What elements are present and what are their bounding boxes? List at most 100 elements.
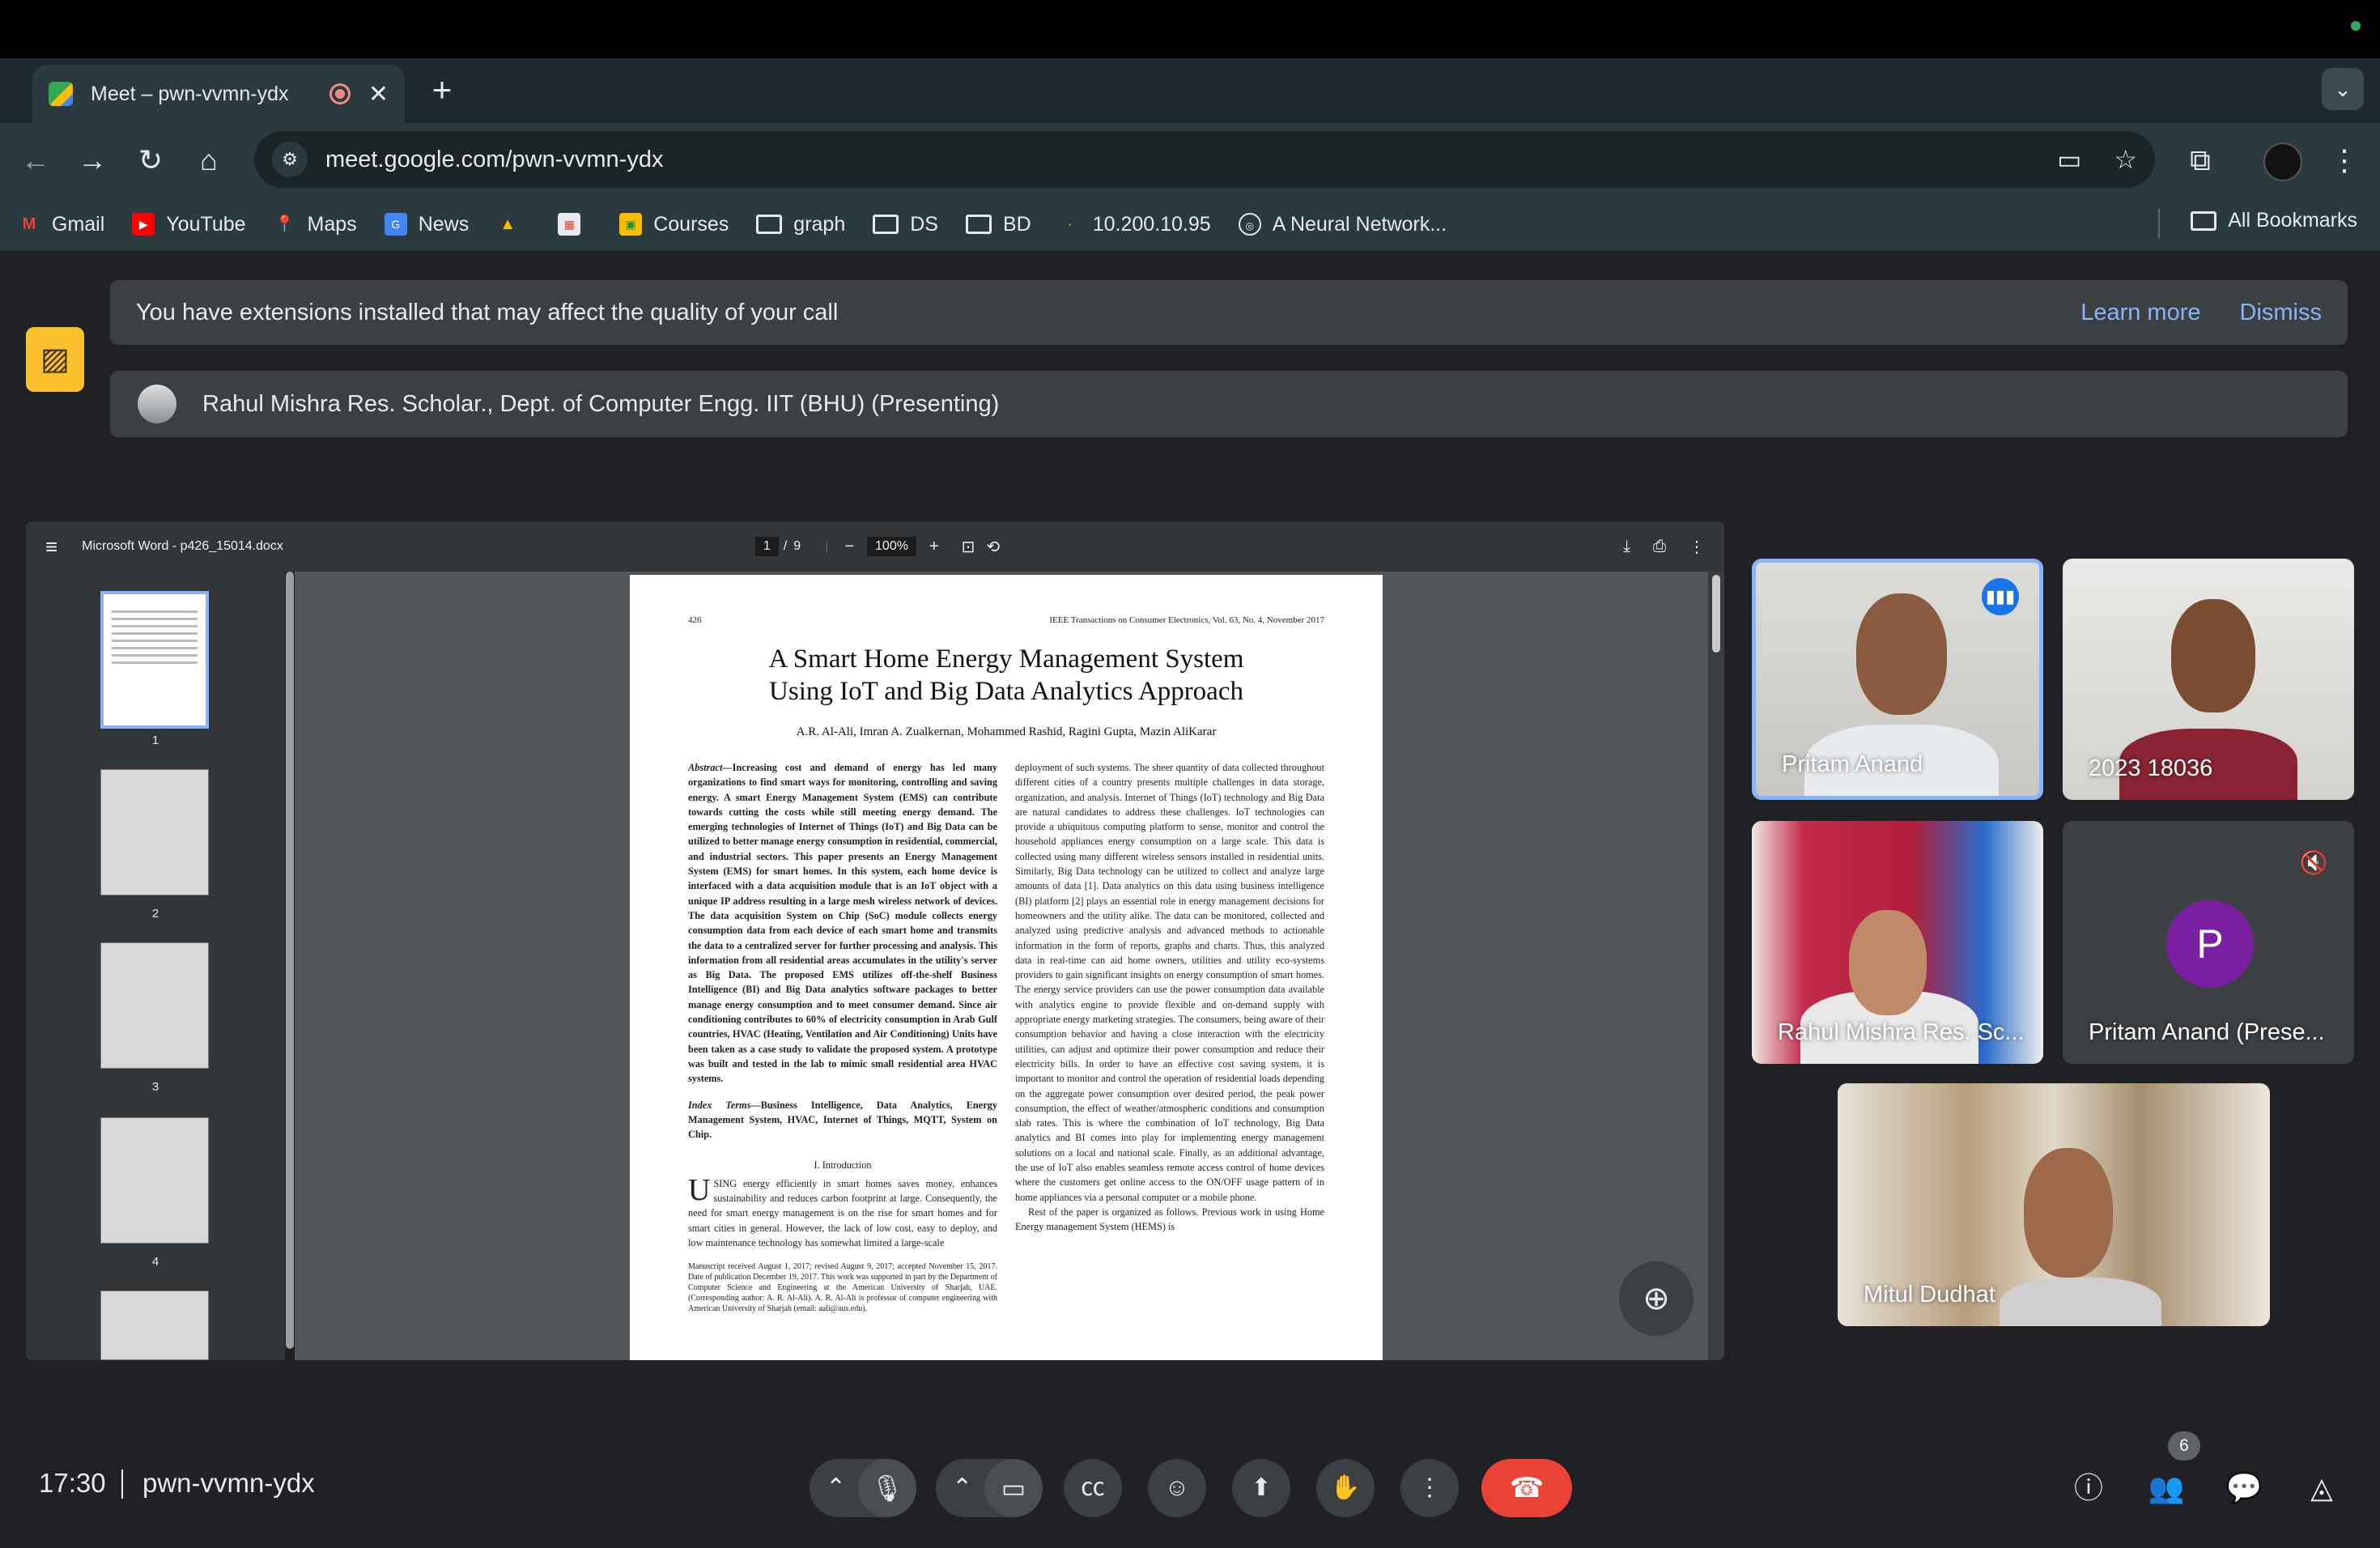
video-feed-face: [1849, 910, 1927, 1015]
thumbnail-number: 3: [151, 1080, 159, 1094]
chevron-up-icon[interactable]: ⌃: [952, 1474, 972, 1501]
participant-tile[interactable]: 2023 18036: [2063, 559, 2354, 800]
microphone-button[interactable]: 🎙: [858, 1459, 916, 1517]
participant-avatar: P: [2166, 900, 2254, 988]
bookmark-news[interactable]: G News: [384, 213, 469, 236]
thumbnail-page-4[interactable]: [100, 1117, 209, 1244]
thumbnail-page-2[interactable]: [100, 769, 209, 895]
thumbnail-page-5[interactable]: [100, 1291, 209, 1360]
captions-button[interactable]: ㏄: [1064, 1459, 1122, 1517]
participant-tile[interactable]: Rahul Mishra Res. Sc...: [1752, 821, 2043, 1064]
speaking-indicator-icon: ▮▮▮: [1982, 578, 2019, 615]
right-column-text-2: Rest of the paper is organized as follow…: [1015, 1206, 1324, 1233]
abstract-label: Abstract—: [688, 762, 733, 773]
drop-cap: U: [688, 1172, 711, 1207]
meeting-info-icon[interactable]: ⓘ: [2064, 1464, 2113, 1512]
page-current-input[interactable]: 1: [754, 537, 779, 556]
youtube-icon: ▶: [132, 213, 155, 236]
reload-icon[interactable]: ↻: [128, 138, 173, 183]
camera-in-use-icon[interactable]: ▭: [2057, 144, 2081, 175]
rotate-icon[interactable]: ⟲: [986, 537, 1000, 557]
bookmark-graph[interactable]: graph: [756, 213, 845, 236]
zoom-out-icon[interactable]: −: [844, 538, 854, 556]
zoom-presentation-button[interactable]: ⊕: [1619, 1261, 1694, 1336]
hand-icon: ✋: [1330, 1474, 1361, 1501]
more-options-button[interactable]: ⋮: [1400, 1459, 1459, 1517]
people-icon[interactable]: 👥: [2142, 1464, 2191, 1512]
tab-search-button[interactable]: ⌄: [2322, 68, 2364, 110]
profile-avatar[interactable]: [2263, 142, 2302, 181]
zoom-level[interactable]: 100%: [867, 537, 916, 556]
participant-name: Pritam Anand (Prese...: [2089, 1019, 2325, 1045]
bookmark-bd[interactable]: BD: [965, 213, 1031, 236]
learn-more-link[interactable]: Learn more: [2080, 300, 2200, 326]
video-feed-face: [2171, 599, 2255, 712]
page-scrollbar[interactable]: [1708, 572, 1724, 1360]
address-bar[interactable]: ⚙ meet.google.com/pwn-vvmn-ydx ▭ ☆: [254, 131, 2155, 188]
menu-icon[interactable]: ≡: [45, 534, 57, 559]
paper-title: A Smart Home Energy Management System Usi…: [688, 643, 1324, 708]
bookmark-label: A Neural Network...: [1272, 212, 1447, 236]
camera-button[interactable]: ▭: [984, 1459, 1043, 1517]
drive-icon: ▲: [499, 215, 516, 233]
bookmark-calendar[interactable]: ▦: [558, 213, 592, 236]
present-button[interactable]: ⬆: [1232, 1459, 1290, 1517]
dismiss-button[interactable]: Dismiss: [2240, 300, 2323, 326]
more-vert-icon: ⋮: [1417, 1474, 1442, 1501]
new-tab-button[interactable]: +: [426, 70, 458, 110]
system-top-bar: [0, 0, 2380, 58]
chevron-up-icon[interactable]: ⌃: [826, 1474, 846, 1501]
bookmark-star-icon[interactable]: ☆: [2114, 144, 2137, 175]
extensions-icon[interactable]: ⧉: [2178, 138, 2223, 183]
meeting-time: 17:30: [39, 1468, 106, 1498]
shared-screen[interactable]: ≡ Microsoft Word - p426_15014.docx 1 / 9…: [26, 521, 1724, 1360]
browser-menu-icon[interactable]: ⋮: [2322, 138, 2367, 183]
page-number: 426: [688, 615, 702, 625]
bookmark-ds[interactable]: DS: [873, 213, 938, 236]
fit-page-icon[interactable]: ⊡: [962, 537, 975, 557]
bookmark-neural-network[interactable]: ◎ A Neural Network...: [1238, 212, 1447, 236]
thumbnail-scrollbar[interactable]: [285, 572, 295, 1360]
leave-call-button[interactable]: ☎: [1481, 1459, 1572, 1517]
bookmark-drive[interactable]: ▲: [496, 213, 530, 236]
bookmark-maps[interactable]: 📍 Maps: [274, 213, 357, 236]
download-icon[interactable]: ⤓: [1623, 538, 1630, 556]
gmail-icon: M: [22, 215, 36, 233]
bookmark-label: Gmail: [52, 212, 105, 236]
thumbnail-number: 4: [151, 1255, 159, 1269]
banner-message: You have extensions installed that may a…: [136, 299, 839, 325]
forward-icon[interactable]: →: [70, 138, 115, 183]
site-info-icon[interactable]: ⚙: [272, 142, 308, 177]
back-icon[interactable]: ←: [13, 138, 58, 183]
browser-tab-meet[interactable]: Meet – pwn-vvmn-ydx ✕: [32, 65, 405, 123]
chat-icon[interactable]: 💬: [2220, 1464, 2268, 1512]
paper-body: Abstract—Increasing cost and demand of e…: [688, 760, 1324, 1314]
page-navigator[interactable]: 1 / 9: [750, 537, 801, 556]
bookmark-ip[interactable]: · 10.200.10.95: [1059, 212, 1211, 236]
time-divider: [121, 1469, 123, 1499]
participant-name: Pritam Anand: [1782, 751, 1923, 777]
camera-icon: ▭: [1001, 1474, 1026, 1503]
print-icon[interactable]: ⎙: [1653, 538, 1666, 556]
maps-icon: 📍: [274, 215, 295, 233]
activities-icon[interactable]: ◬: [2297, 1464, 2346, 1512]
bookmark-youtube[interactable]: ▶ YouTube: [132, 213, 246, 236]
thumbnail-page-3[interactable]: [100, 942, 209, 1069]
video-feed-face: [1856, 593, 1947, 715]
participant-tile[interactable]: Mitul Dudhat: [1838, 1083, 2270, 1326]
home-icon[interactable]: ⌂: [186, 138, 232, 183]
all-bookmarks-button[interactable]: All Bookmarks: [2191, 209, 2357, 232]
bookmark-gmail[interactable]: M Gmail: [18, 212, 105, 236]
raise-hand-button[interactable]: ✋: [1316, 1459, 1375, 1517]
url-text[interactable]: meet.google.com/pwn-vvmn-ydx: [325, 147, 2025, 173]
journal-header: IEEE Transactions on Consumer Electronic…: [1049, 615, 1324, 625]
zoom-in-icon[interactable]: +: [929, 538, 939, 556]
more-options-icon[interactable]: ⋮: [1689, 537, 1705, 557]
bookmark-courses[interactable]: ▣ Courses: [619, 213, 729, 236]
reactions-button[interactable]: ☺: [1148, 1459, 1206, 1517]
introduction: U SING energy efficiently in smart homes …: [688, 1172, 997, 1250]
close-tab-icon[interactable]: ✕: [368, 80, 389, 108]
right-column: deployment of such systems. The sheer qu…: [1015, 760, 1324, 1314]
thumbnail-page-1[interactable]: [100, 591, 209, 729]
bookmark-label: 10.200.10.95: [1092, 212, 1211, 236]
